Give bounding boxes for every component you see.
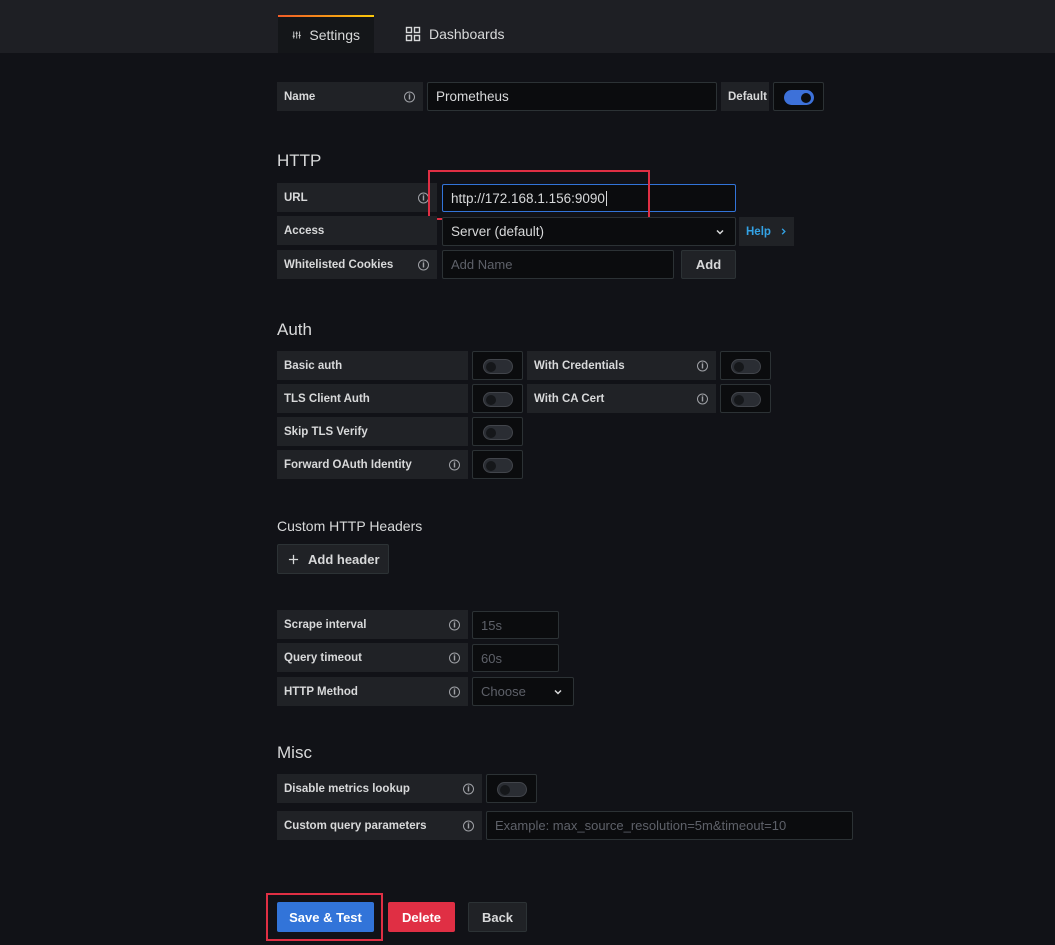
disable-metrics-toggle-box [486,774,537,803]
http-method-text: HTTP Method [284,685,358,698]
skip-tls-verify-label: Skip TLS Verify [277,417,468,446]
chevron-down-icon [554,689,562,695]
disable-metrics-text: Disable metrics lookup [284,782,410,795]
with-ca-cert-text: With CA Cert [534,392,605,405]
tab-dashboards[interactable]: Dashboards [391,15,519,53]
default-label-text: Default [728,90,767,103]
forward-oauth-toggle-box [472,450,523,479]
info-icon[interactable]: i [463,783,474,794]
info-icon[interactable]: i [697,393,708,404]
basic-auth-label: Basic auth [277,351,468,380]
save-highlight-box [266,893,383,941]
info-icon[interactable]: i [697,360,708,371]
url-label: URL i [277,183,437,212]
basic-auth-toggle-box [472,351,523,380]
disable-metrics-label: Disable metrics lookup i [277,774,482,803]
basic-auth-text: Basic auth [284,359,343,372]
query-timeout-text: Query timeout [284,651,362,664]
default-toggle-box [773,82,824,111]
access-select[interactable]: Server (default) [442,217,736,246]
custom-params-label: Custom query parameters i [277,811,482,840]
with-ca-cert-label: With CA Cert i [527,384,716,413]
tls-client-auth-toggle[interactable] [483,392,513,407]
http-section-title: HTTP [277,151,322,170]
delete-button[interactable]: Delete [388,902,455,932]
with-ca-cert-toggle[interactable] [731,392,761,407]
default-label: Default [721,82,769,111]
url-label-text: URL [284,191,308,204]
access-label: Access [277,216,437,245]
http-method-label: HTTP Method i [277,677,468,706]
query-timeout-input[interactable]: 60s [472,644,559,672]
back-button[interactable]: Back [468,902,527,932]
misc-section-title: Misc [277,743,312,762]
delete-label: Delete [401,909,442,925]
add-header-label: Add header [308,551,380,567]
disable-metrics-toggle[interactable] [497,782,527,797]
access-label-text: Access [284,224,325,237]
headers-section-title: Custom HTTP Headers [277,518,423,534]
add-cookie-label: Add [695,257,722,272]
plus-icon [288,554,299,564]
info-icon[interactable]: i [418,259,429,270]
with-credentials-label: With Credentials i [527,351,716,380]
http-method-placeholder: Choose [481,684,526,699]
cookies-input[interactable]: Add Name [442,250,674,279]
http-method-select[interactable]: Choose [472,677,574,706]
info-icon[interactable]: i [449,652,460,663]
add-cookie-button[interactable]: Add [681,250,736,279]
with-credentials-toggle[interactable] [731,359,761,374]
tls-client-auth-text: TLS Client Auth [284,392,370,405]
forward-oauth-label: Forward OAuth Identity i [277,450,468,479]
help-button[interactable]: Help [739,217,794,246]
url-highlight-box [428,170,650,220]
back-label: Back [481,909,514,925]
scrape-interval-label: Scrape interval i [277,610,468,639]
info-icon[interactable]: i [449,686,460,697]
scrape-interval-input[interactable]: 15s [472,611,559,639]
skip-tls-verify-text: Skip TLS Verify [284,425,368,438]
info-icon[interactable]: i [463,820,474,831]
chevron-right-icon [781,228,786,235]
scrape-interval-text: Scrape interval [284,618,367,631]
chevron-down-icon [716,229,724,235]
info-icon[interactable]: i [449,619,460,630]
cookies-input-placeholder: Add Name [451,257,513,272]
name-label-text: Name [284,90,316,103]
tls-client-auth-toggle-box [472,384,523,413]
cookies-label: Whitelisted Cookies i [277,250,437,279]
tab-settings[interactable]: Settings [278,15,374,53]
basic-auth-toggle[interactable] [483,359,513,374]
info-icon[interactable]: i [404,91,415,102]
custom-params-text: Custom query parameters [284,819,427,832]
top-bar [0,0,1055,53]
auth-section-title: Auth [277,320,312,339]
with-ca-cert-toggle-box [720,384,771,413]
access-select-value: Server (default) [451,224,545,239]
tls-client-auth-label: TLS Client Auth [277,384,468,413]
add-header-button[interactable]: Add header [277,544,389,574]
forward-oauth-text: Forward OAuth Identity [284,458,412,471]
with-credentials-text: With Credentials [534,359,625,372]
tab-dashboards-label: Dashboards [429,26,505,42]
query-timeout-placeholder: 60s [481,650,502,666]
sliders-icon [292,31,301,39]
custom-params-input[interactable]: Example: max_source_resolution=5m&timeou… [486,811,853,840]
forward-oauth-toggle[interactable] [483,458,513,473]
name-label: Name i [277,82,423,111]
skip-tls-verify-toggle[interactable] [483,425,513,440]
help-label-text: Help [746,225,771,238]
apps-icon [405,26,421,42]
default-toggle[interactable] [784,90,814,105]
cookies-label-text: Whitelisted Cookies [284,258,394,271]
custom-params-placeholder: Example: max_source_resolution=5m&timeou… [495,818,787,833]
scrape-interval-placeholder: 15s [481,617,502,633]
query-timeout-label: Query timeout i [277,643,468,672]
tab-settings-label: Settings [309,27,360,43]
name-input[interactable]: Prometheus [427,82,717,111]
info-icon[interactable]: i [449,459,460,470]
with-credentials-toggle-box [720,351,771,380]
name-input-value: Prometheus [436,89,509,104]
skip-tls-verify-toggle-box [472,417,523,446]
